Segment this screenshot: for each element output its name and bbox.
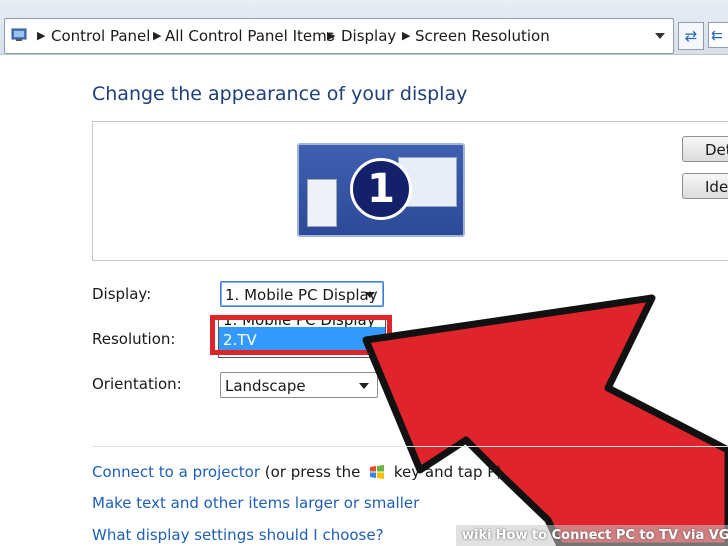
connect-projector-link[interactable]: Connect to a projector <box>92 463 260 481</box>
projector-row: Connect to a projector (or press the key… <box>92 463 502 481</box>
text-size-link[interactable]: Make text and other items larger or smal… <box>92 494 419 512</box>
projector-hint-end: key and tap P) <box>393 463 503 481</box>
windows-logo-icon <box>370 465 385 479</box>
watermark: wiki How to Connect PC to TV via VGA <box>456 525 728 546</box>
display-settings-help-link[interactable]: What display settings should I choose? <box>92 526 384 544</box>
divider <box>92 446 728 447</box>
projector-hint-start: (or press the <box>264 463 361 481</box>
watermark-title: How to Connect PC to TV via VGA <box>495 528 728 543</box>
watermark-brand: wiki <box>462 528 492 543</box>
